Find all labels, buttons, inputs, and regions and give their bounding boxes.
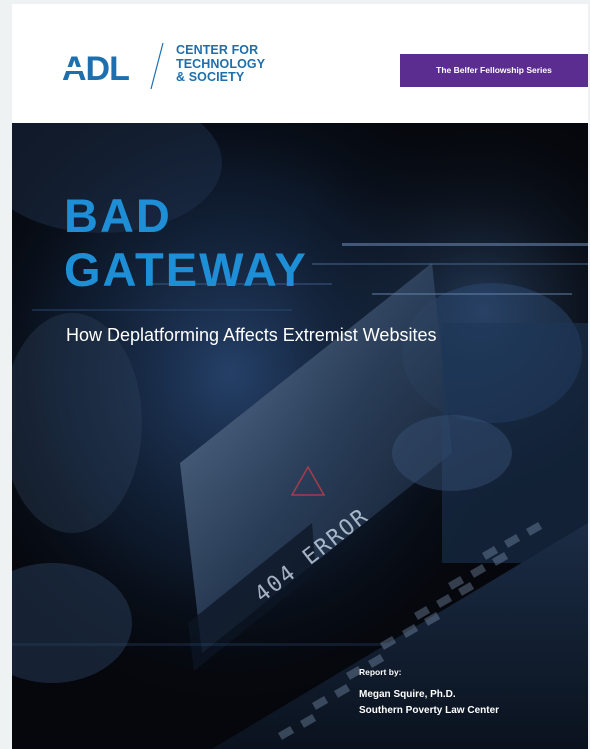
center-for-technology-society: CENTER FOR TECHNOLOGY & SOCIETY [176, 43, 286, 85]
author-affiliation: Southern Poverty Law Center [359, 705, 500, 716]
report-title: BAD GATEWAY [64, 189, 308, 297]
report-subtitle: How Deplatforming Affects Extremist Webs… [66, 325, 437, 345]
title-line-2: GATEWAY [64, 243, 308, 296]
center-line-3: & SOCIETY [176, 70, 245, 84]
report-by-label: Report by: [359, 667, 402, 677]
author-name: Megan Squire, Ph.D. [359, 689, 456, 700]
right-hand-shape [392, 415, 512, 491]
cover-header: ADL CENTER FOR TECHNOLOGY & SOCIETY The … [12, 4, 588, 123]
cover-image: 404 ERROR BAD GATEWAY How Deplatforming … [12, 123, 588, 749]
logo-divider [150, 42, 164, 90]
report-cover-page: ADL CENTER FOR TECHNOLOGY & SOCIETY The … [12, 4, 588, 749]
adl-logo: ADL [62, 50, 130, 84]
center-line-1: CENTER FOR [176, 43, 259, 57]
series-badge: The Belfer Fellowship Series [400, 54, 588, 87]
center-line-2: TECHNOLOGY [176, 56, 266, 71]
viewer-background: ADL CENTER FOR TECHNOLOGY & SOCIETY The … [0, 0, 590, 749]
adl-logo-stripe [64, 67, 86, 71]
author-block: Megan Squire, Ph.D. Southern Poverty Law… [359, 687, 499, 719]
title-line-1: BAD [64, 189, 172, 242]
